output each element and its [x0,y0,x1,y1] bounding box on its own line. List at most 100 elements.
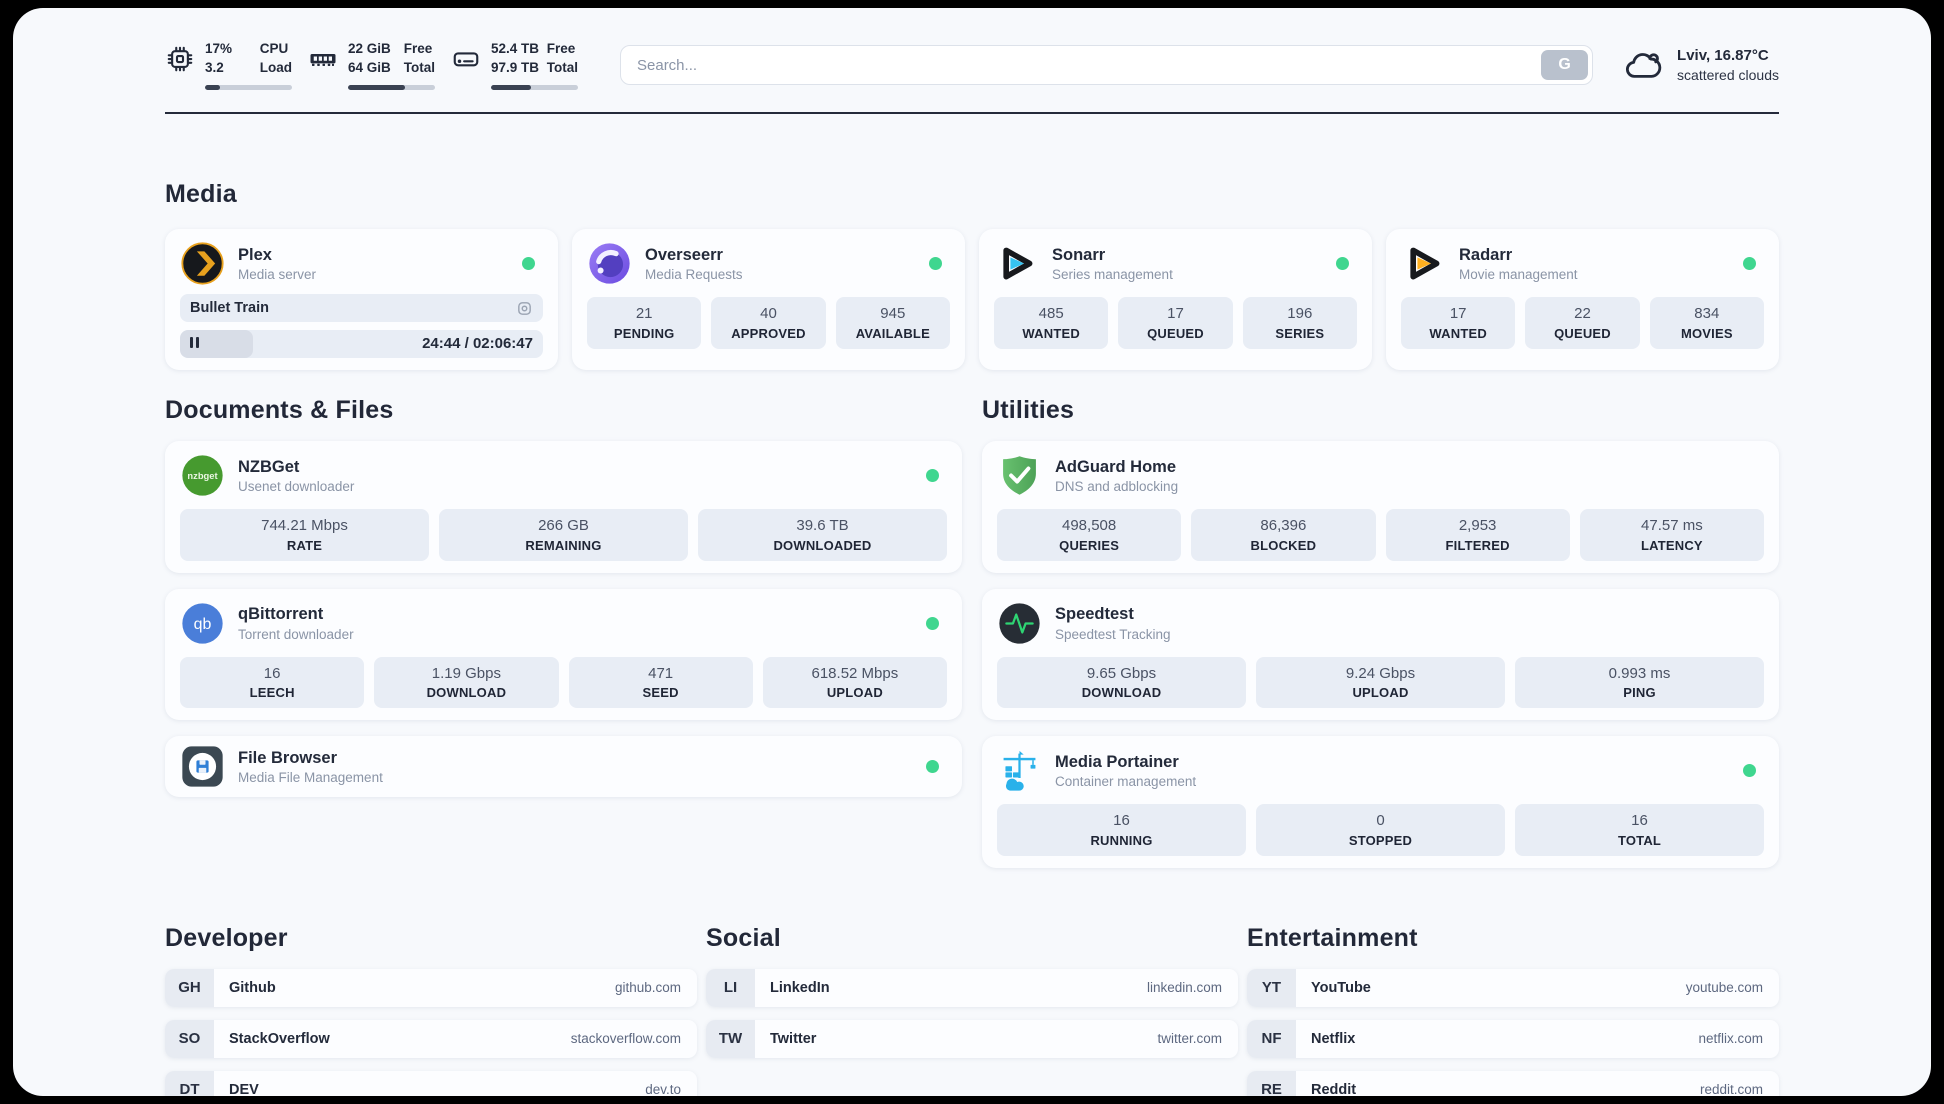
stat-rate: 744.21 Mbps RATE [180,509,429,561]
stat-available: 945 AVAILABLE [835,297,950,349]
stat-total: 16 TOTAL [1515,804,1764,856]
section-title-entertainment: Entertainment [1247,923,1418,952]
ram-progress-bar [348,84,435,90]
app-card-overseerr[interactable]: Overseerr Media Requests 21 PENDING 40 A… [572,229,965,370]
bookmark-name: DEV [229,1081,259,1097]
plex-icon [180,241,225,286]
stat-upload: 9.24 Gbps UPLOAD [1256,656,1505,708]
status-dot [926,760,939,773]
bookmark-abbr: GH [165,968,214,1007]
app-card-nzbget[interactable]: nzbget NZBGet Usenet downloader 744.21 M… [165,441,962,573]
svg-text:qb: qb [194,616,212,633]
bookmark-name: Github [229,979,276,996]
bookmark-abbr: TW [706,1019,755,1058]
stat-filtered: 2,953 FILTERED [1385,509,1570,561]
weather-location-temp: Lviv, 16.87°C [1677,47,1769,65]
stat-movies: 834 MOVIES [1649,297,1764,349]
cpu-load-value: 3.2 [205,60,224,75]
bookmark-youtube[interactable]: YT YouTube youtube.com [1247,968,1779,1007]
bookmark-name: Twitter [770,1030,817,1047]
stat-ping: 0.993 ms PING [1515,656,1764,708]
app-name: NZBGet [238,457,300,476]
app-name: Plex [238,245,272,264]
adguard-icon [997,453,1042,498]
bookmark-abbr: LI [706,968,755,1007]
cpu-icon [165,44,195,74]
app-card-adguard[interactable]: AdGuard Home DNS and adblocking 498,508 … [982,441,1779,573]
app-subtitle: Series management [1052,267,1173,283]
bookmark-url: github.com [614,980,681,995]
playback-time: 24:44 / 02:06:47 [422,335,533,352]
stat-queued: 17 QUEUED [1118,297,1233,349]
status-dot [929,257,942,270]
search-bar: G [620,45,1594,85]
app-subtitle: Movie management [1459,267,1578,283]
stat-stopped: 0 STOPPED [1256,804,1505,856]
speedtest-icon [997,601,1042,646]
bookmark-netflix[interactable]: NF Netflix netflix.com [1247,1019,1779,1058]
stat-series: 196 SERIES [1242,297,1357,349]
app-subtitle: Speedtest Tracking [1055,626,1171,642]
pause-icon [190,335,202,353]
app-card-qbittorrent[interactable]: qb qBittorrent Torrent downloader 16 LEE… [165,588,962,720]
top-bar: 17% 3.2 CPU Load 22 GiB 64 GiB Free Tota… [165,8,1779,94]
disk-monitor-widget: 52.4 TB 97.9 TB Free Total [451,40,578,90]
bookmark-reddit[interactable]: RE Reddit reddit.com [1247,1070,1779,1096]
search-input[interactable] [620,45,1594,85]
disk-total-label: Total [546,60,578,75]
bookmark-name: YouTube [1311,979,1371,996]
app-card-filebrowser[interactable]: File Browser Media File Management [165,736,962,797]
search-engine-button[interactable]: G [1541,50,1589,80]
app-card-radarr[interactable]: Radarr Movie management 17 WANTED 22 QUE… [1386,229,1779,370]
stat-downloaded: 39.6 TB DOWNLOADED [698,509,947,561]
app-card-speedtest[interactable]: Speedtest Speedtest Tracking 9.65 Gbps D… [982,588,1779,720]
app-card-portainer[interactable]: Media Portainer Container management 16 … [982,736,1779,868]
section-title-media: Media [165,180,237,208]
utilities-column: Utilities AdGuard Home DNS and adblockin… [982,396,1779,868]
stat-seed: 471 SEED [568,656,753,708]
playback-progress-bar: 24:44 / 02:06:47 [180,330,543,358]
svg-text:nzbget: nzbget [187,471,217,481]
app-card-plex[interactable]: Plex Media server Bullet Train 24:44 / 0… [165,229,558,370]
nzbget-icon: nzbget [180,453,225,498]
bookmark-url: youtube.com [1685,980,1763,995]
stat-download: 9.65 Gbps DOWNLOAD [997,656,1246,708]
header-divider [165,112,1779,114]
bookmark-abbr: RE [1247,1070,1296,1096]
ram-free-value: 22 GiB [348,41,391,57]
section-title-documents: Documents & Files [165,396,394,424]
now-playing-title: Bullet Train [190,300,269,316]
stat-queued: 22 QUEUED [1525,297,1640,349]
section-title-social: Social [706,923,781,952]
app-subtitle: Media File Management [238,770,383,786]
media-cards-row: Plex Media server Bullet Train 24:44 / 0… [165,229,1779,370]
stat-queries: 498,508 QUERIES [997,509,1182,561]
status-dot [926,469,939,482]
bookmark-twitter[interactable]: TW Twitter twitter.com [706,1019,1238,1058]
stat-pending: 21 PENDING [587,297,702,349]
ram-free-label: Free [403,41,433,57]
section-title-developer: Developer [165,923,288,952]
bookmark-url: dev.to [645,1082,681,1096]
bookmark-url: stackoverflow.com [570,1031,681,1046]
filebrowser-icon [180,744,225,789]
video-session-icon [516,300,533,317]
status-dot [1743,257,1756,270]
cpu-usage-value: 17% [205,41,233,57]
bookmark-name: Netflix [1311,1030,1356,1047]
cpu-load-label: Load [259,60,292,75]
now-playing-row: Bullet Train [180,294,543,322]
app-card-sonarr[interactable]: Sonarr Series management 485 WANTED 17 Q… [979,229,1372,370]
stat-blocked: 86,396 BLOCKED [1191,509,1376,561]
stat-remaining: 266 GB REMAINING [439,509,688,561]
disk-progress-bar [491,84,578,90]
bookmark-url: netflix.com [1698,1031,1763,1046]
bookmark-stackoverflow[interactable]: SO StackOverflow stackoverflow.com [165,1019,697,1058]
bookmark-dev[interactable]: DT DEV dev.to [165,1070,697,1097]
app-subtitle: Torrent downloader [238,626,354,642]
bookmark-github[interactable]: GH Github github.com [165,968,697,1007]
bookmark-url: twitter.com [1157,1031,1222,1046]
bookmark-name: LinkedIn [770,979,830,996]
bookmark-url: reddit.com [1699,1082,1763,1096]
bookmark-linkedin[interactable]: LI LinkedIn linkedin.com [706,968,1238,1007]
